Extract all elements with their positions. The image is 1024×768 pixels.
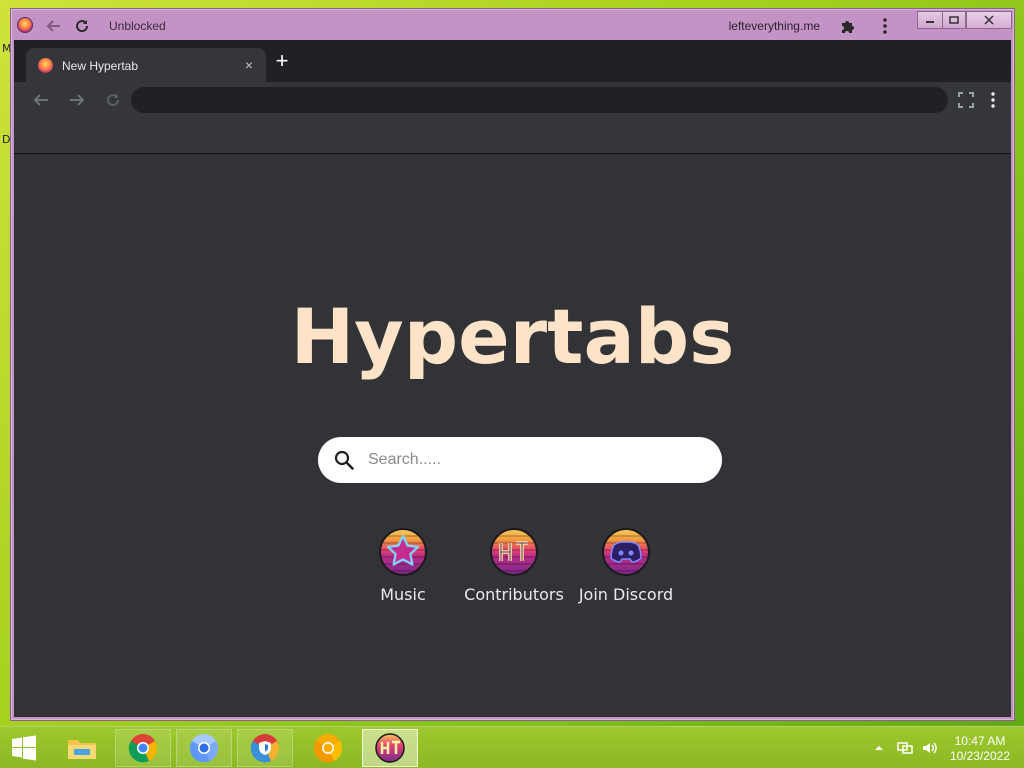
minimize-icon bbox=[926, 21, 934, 23]
window-title: Unblocked bbox=[109, 19, 166, 33]
windows-start-icon bbox=[12, 735, 36, 761]
search-input[interactable] bbox=[368, 437, 708, 483]
taskbar-hypertabs[interactable] bbox=[362, 729, 418, 767]
tab-new-hypertab[interactable]: New Hypertab × bbox=[26, 48, 266, 82]
browser-forward-button[interactable] bbox=[66, 89, 88, 111]
chrome-icon bbox=[128, 734, 158, 763]
restore-icon bbox=[949, 16, 959, 24]
hypertabs-logo-icon bbox=[38, 58, 53, 73]
close-button[interactable] bbox=[966, 11, 1012, 29]
taskbar-clock[interactable]: 10:47 AM 10/23/2022 bbox=[950, 734, 1010, 764]
start-button[interactable] bbox=[0, 729, 48, 767]
clock-time: 10:47 AM bbox=[954, 734, 1006, 748]
taskbar-chrome-canary[interactable] bbox=[300, 729, 356, 767]
search-bar[interactable] bbox=[318, 437, 722, 483]
clock-date: 10/23/2022 bbox=[949, 749, 1010, 763]
close-icon bbox=[984, 15, 994, 25]
taskbar: 10:47 AM 10/23/2022 bbox=[0, 726, 1024, 768]
tab-title: New Hypertab bbox=[62, 59, 139, 73]
page-title: Hypertabs bbox=[290, 292, 735, 381]
chrome-canary-icon bbox=[313, 734, 343, 763]
app-window: Unblocked lefteverything.me New Hypertab… bbox=[10, 8, 1015, 721]
browser-frame: New Hypertab × + Hypertabs Search..... M… bbox=[14, 40, 1011, 717]
app-titlebar: Unblocked lefteverything.me bbox=[11, 9, 1014, 41]
fullscreen-icon bbox=[958, 92, 974, 108]
tray-volume[interactable] bbox=[921, 727, 939, 768]
browser-toolbar bbox=[14, 82, 1011, 118]
app-menu-button[interactable] bbox=[876, 16, 894, 36]
address-bar[interactable] bbox=[131, 87, 948, 113]
taskbar-file-explorer[interactable] bbox=[54, 729, 110, 767]
toolbar-spacer bbox=[14, 118, 1011, 154]
browser-menu-button[interactable] bbox=[982, 89, 1004, 111]
browser-back-button[interactable] bbox=[30, 89, 52, 111]
shortcut-label: Music bbox=[380, 585, 426, 604]
restore-button[interactable] bbox=[942, 11, 966, 29]
chevron-up-icon bbox=[875, 746, 883, 750]
arrow-right-icon bbox=[70, 94, 85, 106]
star-icon bbox=[379, 528, 427, 576]
ht-logo-icon bbox=[490, 528, 538, 576]
tab-close-button[interactable]: × bbox=[240, 56, 258, 74]
fullscreen-button[interactable] bbox=[955, 89, 977, 111]
taskbar-chrome[interactable] bbox=[115, 729, 171, 767]
hypertabs-app-icon bbox=[375, 733, 405, 763]
taskbar-chromium[interactable] bbox=[176, 729, 232, 767]
page-content: Hypertabs Music Contributors bbox=[14, 154, 1011, 717]
tray-network[interactable] bbox=[896, 727, 914, 768]
site-url[interactable]: lefteverything.me bbox=[729, 19, 820, 33]
discord-icon bbox=[602, 528, 650, 576]
shortcut-label: Contributors bbox=[464, 585, 564, 604]
shortcut-join-discord[interactable]: Join Discord bbox=[566, 528, 686, 604]
shortcut-label: Join Discord bbox=[578, 585, 674, 604]
new-tab-button[interactable]: + bbox=[272, 50, 292, 72]
hypertabs-logo-icon bbox=[17, 17, 33, 33]
back-button[interactable] bbox=[43, 15, 65, 37]
vertical-dots-icon bbox=[883, 18, 887, 34]
search-icon bbox=[334, 450, 354, 470]
vertical-dots-icon bbox=[991, 92, 995, 108]
reload-icon bbox=[107, 94, 120, 107]
taskbar-secure-browser[interactable] bbox=[237, 729, 293, 767]
shortcut-contributors[interactable]: Contributors bbox=[454, 528, 574, 604]
tray-show-hidden-button[interactable] bbox=[874, 727, 884, 768]
file-explorer-icon bbox=[68, 740, 96, 759]
browser-reload-button[interactable] bbox=[102, 89, 124, 111]
chromium-icon bbox=[189, 734, 219, 763]
reload-button[interactable] bbox=[71, 15, 93, 37]
reload-icon bbox=[76, 20, 89, 33]
arrow-left-icon bbox=[46, 20, 60, 32]
shortcut-music[interactable]: Music bbox=[343, 528, 463, 604]
secure-browser-icon bbox=[250, 734, 280, 763]
tab-strip: New Hypertab × + bbox=[14, 40, 1011, 82]
minimize-button[interactable] bbox=[917, 11, 943, 29]
volume-icon bbox=[923, 742, 937, 754]
arrow-left-icon bbox=[33, 94, 48, 106]
network-icon bbox=[897, 742, 913, 754]
extensions-button[interactable] bbox=[840, 18, 856, 34]
puzzle-icon bbox=[842, 21, 854, 33]
